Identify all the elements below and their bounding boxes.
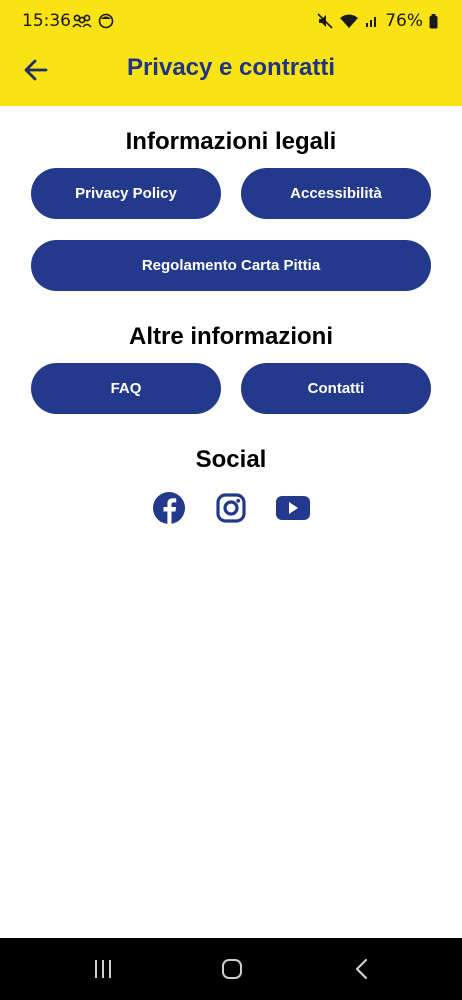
status-icons-right: 76% <box>317 11 438 31</box>
face-icon <box>98 13 114 29</box>
system-back-button[interactable] <box>347 954 377 984</box>
youtube-icon <box>276 496 310 520</box>
group-icon <box>72 14 92 28</box>
status-time: 15:36 <box>22 11 71 31</box>
wifi-icon <box>340 14 359 28</box>
home-button[interactable] <box>217 954 247 984</box>
page-title: Privacy e contratti <box>126 54 336 81</box>
chevron-left-icon <box>355 958 368 980</box>
privacy-policy-label: Privacy Policy <box>75 185 177 202</box>
signal-icon <box>366 17 377 27</box>
facebook-icon <box>153 492 185 524</box>
card-rules-button[interactable]: Regolamento Carta Pittia <box>31 240 431 291</box>
battery-icon <box>429 13 438 28</box>
status-icons-left <box>72 13 114 29</box>
system-navigation-bar <box>0 938 462 1000</box>
section-title-legal: Informazioni legali <box>125 128 337 155</box>
contacts-label: Contatti <box>307 380 365 397</box>
mute-icon <box>317 13 333 29</box>
section-title-social: Social <box>195 446 267 473</box>
recent-apps-icon <box>95 960 111 978</box>
card-rules-label: Regolamento Carta Pittia <box>141 257 321 274</box>
privacy-policy-button[interactable]: Privacy Policy <box>31 168 221 219</box>
section-title-other: Altre informazioni <box>128 323 333 350</box>
accessibility-label: Accessibilità <box>290 185 382 202</box>
home-icon <box>222 959 242 979</box>
recent-apps-button[interactable] <box>88 954 118 984</box>
top-app-bar: 15:36 76% Privacy e contratti <box>0 0 462 106</box>
status-bar: 15:36 76% <box>0 0 462 44</box>
battery-percentage: 76% <box>385 11 423 31</box>
facebook-link[interactable] <box>151 490 187 526</box>
accessibility-button[interactable]: Accessibilità <box>241 168 431 219</box>
instagram-link[interactable] <box>213 490 249 526</box>
faq-label: FAQ <box>110 380 142 397</box>
faq-button[interactable]: FAQ <box>31 363 221 414</box>
instagram-icon <box>216 493 246 523</box>
youtube-link[interactable] <box>274 490 310 526</box>
contacts-button[interactable]: Contatti <box>241 363 431 414</box>
